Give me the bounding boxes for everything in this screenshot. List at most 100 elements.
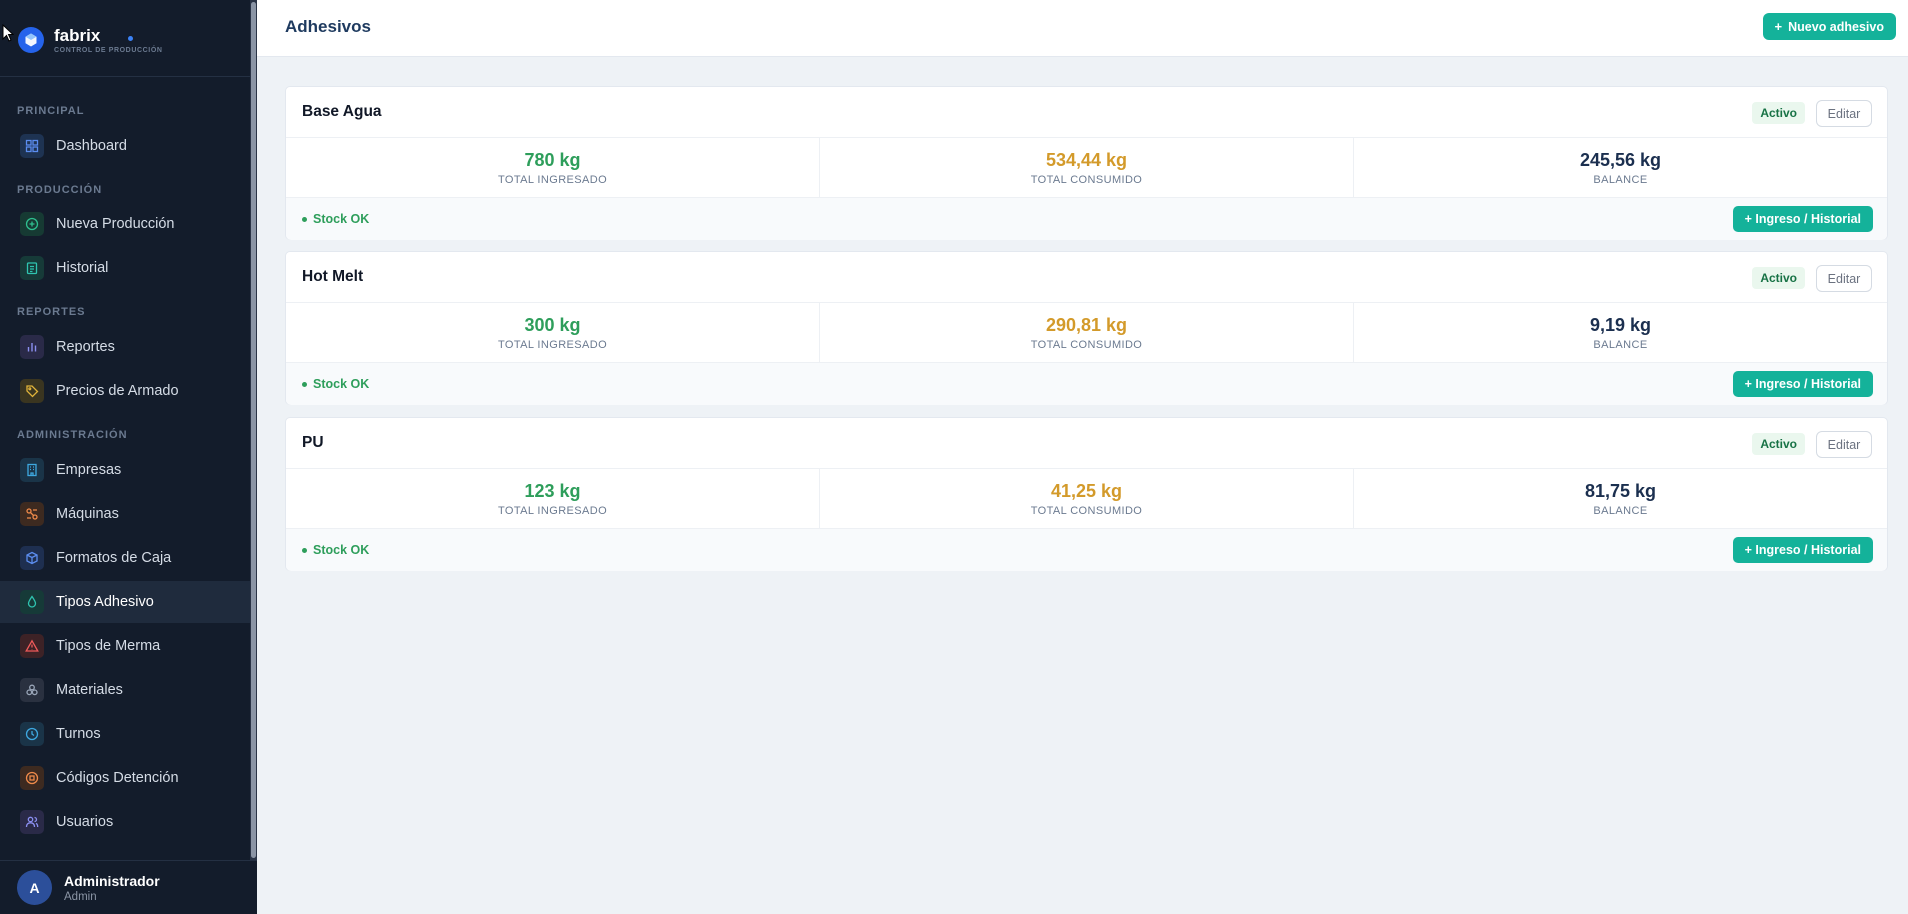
sidebar: fabrix CONTROL DE PRODUCCIÓN PRINCIPAL D… bbox=[0, 0, 257, 914]
new-adhesive-button[interactable]: + Nuevo adhesivo bbox=[1762, 13, 1896, 40]
sidebar-item-tipos-merma[interactable]: Tipos de Merma bbox=[0, 625, 250, 667]
sidebar-item-label: Tipos de Merma bbox=[56, 638, 161, 654]
sidebar-item-usuarios[interactable]: Usuarios bbox=[0, 801, 250, 843]
stat-total-consumido: 290,81 kg TOTAL CONSUMIDO bbox=[819, 303, 1353, 362]
adhesive-name: Base Agua bbox=[302, 103, 382, 120]
stock-label: Stock OK bbox=[313, 212, 370, 226]
stat-total-consumido: 534,44 kg TOTAL CONSUMIDO bbox=[819, 138, 1353, 197]
stat-value: 123 kg bbox=[524, 480, 581, 501]
sidebar-item-reportes[interactable]: Reportes bbox=[0, 326, 250, 368]
adhesive-name: Hot Melt bbox=[302, 268, 364, 285]
sidebar-item-label: Empresas bbox=[56, 462, 122, 478]
stat-total-ingresado: 123 kg TOTAL INGRESADO bbox=[286, 469, 819, 528]
stat-label: BALANCE bbox=[1593, 173, 1648, 186]
mouse-cursor-icon bbox=[2, 24, 14, 42]
sidebar-item-tipos-adhesivo[interactable]: Tipos Adhesivo bbox=[0, 581, 250, 623]
sidebar-item-turnos[interactable]: Turnos bbox=[0, 713, 250, 755]
edit-button[interactable]: Editar bbox=[1816, 265, 1872, 292]
brand[interactable]: fabrix CONTROL DE PRODUCCIÓN bbox=[18, 20, 163, 60]
sidebar-item-precios-armado[interactable]: Precios de Armado bbox=[0, 370, 250, 412]
status-badge: Activo bbox=[1752, 433, 1805, 455]
brand-name: fabrix bbox=[54, 25, 101, 45]
plus-circle-icon bbox=[20, 212, 44, 236]
ingreso-historial-button[interactable]: + Ingreso / Historial bbox=[1732, 537, 1873, 563]
edit-button[interactable]: Editar bbox=[1816, 100, 1872, 127]
section-principal: PRINCIPAL bbox=[17, 105, 85, 117]
warning-icon bbox=[20, 634, 44, 658]
section-administracion: ADMINISTRACIÓN bbox=[17, 429, 128, 441]
box-icon bbox=[20, 546, 44, 570]
stat-total-ingresado: 780 kg TOTAL INGRESADO bbox=[286, 138, 819, 197]
stop-circle-icon bbox=[20, 766, 44, 790]
stock-status: Stock OK bbox=[302, 212, 369, 226]
stat-value: 290,81 kg bbox=[1045, 314, 1128, 335]
stat-value: 41,25 kg bbox=[1050, 480, 1123, 501]
stock-label: Stock OK bbox=[313, 543, 370, 557]
ingreso-historial-button[interactable]: + Ingreso / Historial bbox=[1732, 206, 1873, 232]
fabrix-logo-icon bbox=[18, 27, 44, 53]
sidebar-item-dashboard[interactable]: Dashboard bbox=[0, 125, 250, 167]
sidebar-item-nueva-produccion[interactable]: Nueva Producción bbox=[0, 203, 250, 245]
adhesive-card-base-agua: Base Agua Activo Editar 780 kg TOTAL ING… bbox=[285, 86, 1888, 240]
stock-dot-icon bbox=[302, 547, 307, 553]
sidebar-item-historial[interactable]: Historial bbox=[0, 247, 250, 289]
page-header: Adhesivos + Nuevo adhesivo bbox=[257, 0, 1908, 57]
stat-label: TOTAL INGRESADO bbox=[497, 173, 608, 186]
stat-label: TOTAL CONSUMIDO bbox=[1030, 173, 1143, 186]
sidebar-item-materiales[interactable]: Materiales bbox=[0, 669, 250, 711]
stock-status: Stock OK bbox=[302, 543, 369, 557]
stock-status: Stock OK bbox=[302, 377, 369, 391]
sidebar-item-label: Nueva Producción bbox=[56, 216, 175, 232]
users-icon bbox=[20, 810, 44, 834]
stock-dot-icon bbox=[302, 216, 307, 222]
page-title: Adhesivos bbox=[285, 17, 371, 36]
stat-label: BALANCE bbox=[1593, 504, 1648, 517]
stock-label: Stock OK bbox=[313, 377, 370, 391]
sidebar-item-label: Códigos Detención bbox=[56, 770, 179, 786]
edit-button[interactable]: Editar bbox=[1816, 431, 1872, 458]
adhesive-card-pu: PU Activo Editar 123 kg TOTAL INGRESADO … bbox=[285, 417, 1888, 571]
sidebar-item-label: Reportes bbox=[56, 339, 115, 355]
sidebar-item-maquinas[interactable]: Máquinas bbox=[0, 493, 250, 535]
plus-icon: + bbox=[1774, 19, 1783, 34]
sidebar-item-codigos-detencion[interactable]: Códigos Detención bbox=[0, 757, 250, 799]
new-adhesive-label: Nuevo adhesivo bbox=[1788, 19, 1884, 34]
stat-total-ingresado: 300 kg TOTAL INGRESADO bbox=[286, 303, 819, 362]
status-badge: Activo bbox=[1752, 102, 1805, 124]
stat-value: 534,44 kg bbox=[1045, 149, 1128, 170]
brand-subtitle: CONTROL DE PRODUCCIÓN bbox=[54, 46, 163, 54]
adhesive-name: PU bbox=[302, 434, 324, 451]
sidebar-item-formatos-caja[interactable]: Formatos de Caja bbox=[0, 537, 250, 579]
user-role: Admin bbox=[64, 890, 97, 903]
stat-value: 245,56 kg bbox=[1579, 149, 1662, 170]
stock-dot-icon bbox=[302, 381, 307, 387]
stat-label: TOTAL CONSUMIDO bbox=[1030, 338, 1143, 351]
droplet-icon bbox=[20, 590, 44, 614]
stat-value: 780 kg bbox=[524, 149, 581, 170]
grid-icon bbox=[20, 134, 44, 158]
stat-balance: 9,19 kg BALANCE bbox=[1353, 303, 1887, 362]
stat-value: 81,75 kg bbox=[1584, 480, 1657, 501]
avatar: A bbox=[17, 870, 52, 905]
sidebar-item-label: Usuarios bbox=[56, 814, 114, 830]
scrollbar-thumb[interactable] bbox=[251, 2, 256, 858]
stat-total-consumido: 41,25 kg TOTAL CONSUMIDO bbox=[819, 469, 1353, 528]
sidebar-item-label: Turnos bbox=[56, 726, 101, 742]
tag-icon bbox=[20, 379, 44, 403]
ingreso-historial-button[interactable]: + Ingreso / Historial bbox=[1732, 371, 1873, 397]
sidebar-item-label: Formatos de Caja bbox=[56, 550, 172, 566]
bar-chart-icon bbox=[20, 335, 44, 359]
sidebar-item-label: Precios de Armado bbox=[56, 383, 179, 399]
user-profile[interactable]: A Administrador Admin bbox=[0, 860, 257, 914]
section-produccion: PRODUCCIÓN bbox=[17, 184, 103, 196]
stat-balance: 245,56 kg BALANCE bbox=[1353, 138, 1887, 197]
sidebar-scrollbar[interactable] bbox=[250, 0, 257, 860]
adhesive-card-hot-melt: Hot Melt Activo Editar 300 kg TOTAL INGR… bbox=[285, 251, 1888, 405]
stat-value: 300 kg bbox=[524, 314, 581, 335]
stat-label: BALANCE bbox=[1593, 338, 1648, 351]
sidebar-item-empresas[interactable]: Empresas bbox=[0, 449, 250, 491]
status-dot-icon bbox=[128, 36, 134, 41]
stat-balance: 81,75 kg BALANCE bbox=[1353, 469, 1887, 528]
layers-icon bbox=[20, 678, 44, 702]
sidebar-item-label: Tipos Adhesivo bbox=[56, 594, 154, 610]
